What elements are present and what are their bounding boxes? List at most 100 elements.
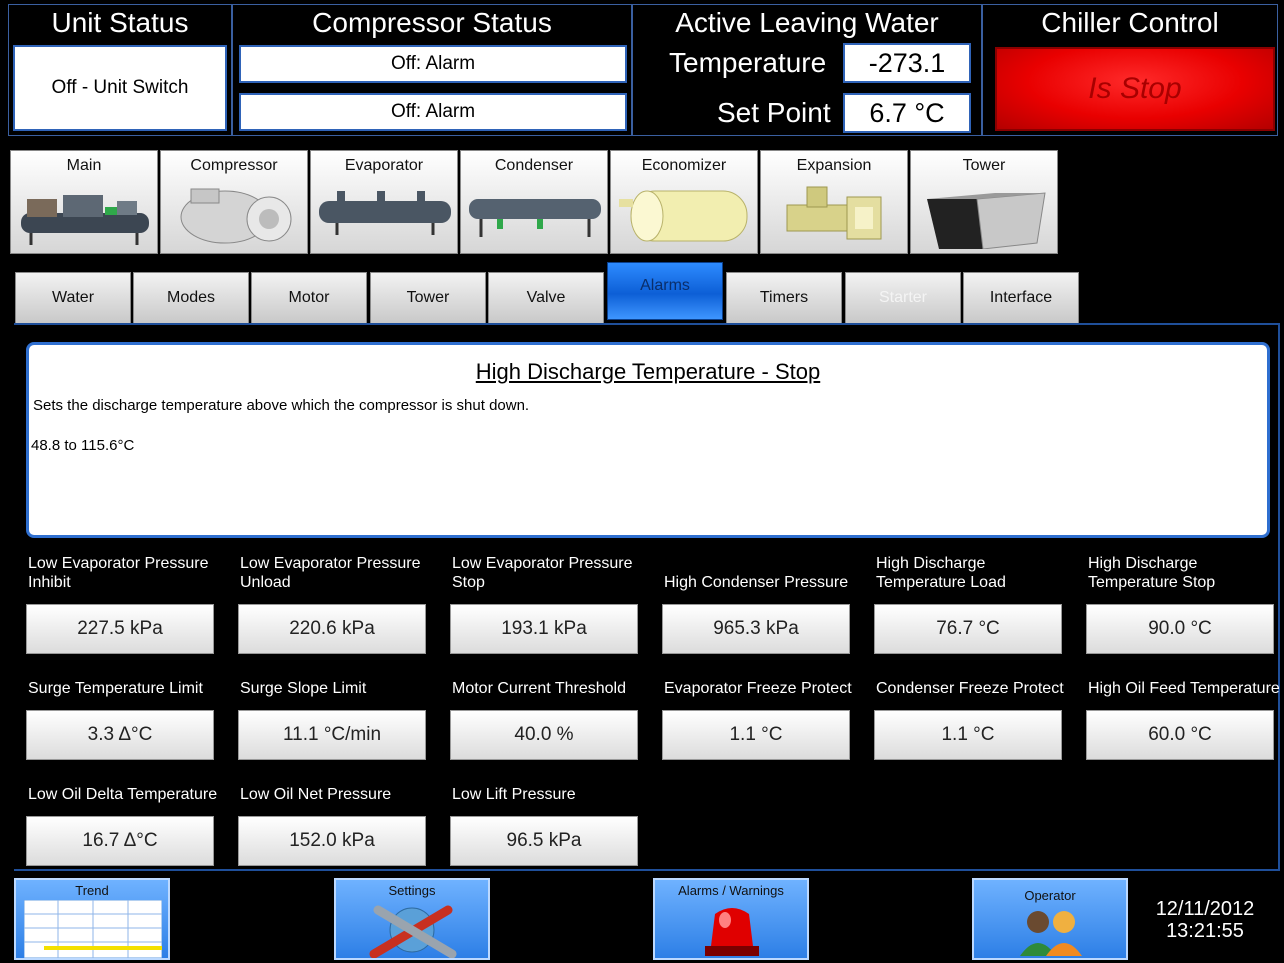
param-label: High Condenser Pressure [664, 574, 849, 591]
param-low-evap-pressure-unload: Low Evaporator Pressure Unload 220.6 kPa [238, 550, 438, 654]
tile-condenser[interactable]: Condenser [460, 150, 608, 254]
cooling-tower-icon [927, 192, 1046, 249]
alarms-warnings-button[interactable]: Alarms / Warnings [653, 878, 809, 960]
status-header: Unit Status Off - Unit Switch Compressor… [8, 4, 1278, 136]
system-date: 12/11/2012 [1155, 898, 1255, 920]
evaporator-icon [319, 191, 451, 235]
param-low-oil-net-pressure: Low Oil Net Pressure 152.0 kPa [238, 762, 438, 866]
param-label: Low Oil Net Pressure [240, 786, 392, 803]
param-low-lift-pressure: Low Lift Pressure 96.5 kPa [450, 762, 650, 866]
param-value-box[interactable]: 220.6 kPa [238, 604, 426, 654]
tile-main[interactable]: Main [10, 150, 158, 254]
param-high-discharge-temp-stop: High Discharge Temperature Stop 90.0 °C [1086, 550, 1284, 654]
settings-button[interactable]: Settings [334, 878, 490, 960]
tab-motor[interactable]: Motor [251, 272, 367, 324]
unit-status-panel: Unit Status Off - Unit Switch [8, 4, 232, 136]
setpoint-help-panel: High Discharge Temperature - Stop Sets t… [26, 342, 1270, 538]
param-label: High Discharge Temperature Stop [1088, 555, 1216, 591]
tab-tower[interactable]: Tower [370, 272, 486, 324]
param-value-box[interactable]: 16.7 Δ°C [26, 816, 214, 866]
unit-status-title: Unit Status [51, 7, 189, 38]
param-low-evap-pressure-stop: Low Evaporator Pressure Stop 193.1 kPa [450, 550, 650, 654]
tab-modes[interactable]: Modes [133, 272, 249, 324]
param-label: Low Evaporator Pressure Unload [240, 555, 421, 591]
param-label: High Oil Feed Temperature [1088, 680, 1280, 697]
param-label: Low Lift Pressure [452, 786, 576, 803]
param-low-oil-delta-temperature: Low Oil Delta Temperature 16.7 Δ°C [26, 762, 226, 866]
param-high-discharge-temp-load: High Discharge Temperature Load 76.7 °C [874, 550, 1074, 654]
tab-alarms[interactable]: Alarms [607, 262, 723, 320]
compressor-status-panel: Compressor Status Off: Alarm Off: Alarm [232, 4, 632, 136]
param-label: Low Oil Delta Temperature [28, 786, 218, 803]
tile-compressor[interactable]: Compressor [160, 150, 308, 254]
system-datetime: 12/11/2012 13:21:55 [1140, 898, 1270, 942]
alarms-warnings-button-label: Alarms / Warnings [678, 883, 784, 898]
param-condenser-freeze-protect: Condenser Freeze Protect 1.1 °C [874, 656, 1074, 760]
param-value-box[interactable]: 193.1 kPa [450, 604, 638, 654]
param-value-box[interactable]: 152.0 kPa [238, 816, 426, 866]
help-range: 48.8 to 115.6°C [31, 437, 135, 454]
tab-starter: Starter [845, 272, 961, 324]
condenser-icon [469, 199, 601, 237]
param-high-oil-feed-temperature: High Oil Feed Temperature 60.0 °C [1086, 656, 1284, 760]
param-value-box[interactable]: 1.1 °C [874, 710, 1062, 760]
param-value-box[interactable]: 965.3 kPa [662, 604, 850, 654]
tile-tower[interactable]: Tower [910, 150, 1058, 254]
param-surge-slope-limit: Surge Slope Limit 11.1 °C/min [238, 656, 438, 760]
param-label: Motor Current Threshold [452, 680, 626, 697]
chiller-control-panel: Chiller Control Is Stop [982, 4, 1278, 136]
operator-button[interactable]: Operator [972, 878, 1128, 960]
param-motor-current-threshold: Motor Current Threshold 40.0 % [450, 656, 650, 760]
leaving-water-temp-value: -273.1 [843, 43, 971, 83]
tile-condenser-label: Condenser [494, 157, 574, 174]
param-label: Evaporator Freeze Protect [664, 680, 852, 697]
trend-button-label: Trend [75, 883, 109, 898]
compressor-status-title: Compressor Status [312, 7, 552, 38]
param-label: Condenser Freeze Protect [876, 680, 1064, 697]
tile-expansion-label: Expansion [796, 157, 872, 174]
param-label: Surge Slope Limit [240, 680, 367, 697]
param-value-box[interactable]: 3.3 Δ°C [26, 710, 214, 760]
param-label: High Discharge Temperature Load [876, 555, 1006, 591]
tab-water[interactable]: Water [15, 272, 131, 324]
unit-status-value: Off - Unit Switch [13, 45, 227, 131]
tile-tower-label: Tower [962, 157, 1006, 174]
chiller-assembly-icon [21, 195, 149, 245]
param-surge-temperature-limit: Surge Temperature Limit 3.3 Δ°C [26, 656, 226, 760]
param-label: Low Evaporator Pressure Stop [452, 555, 633, 591]
param-value-box[interactable]: 1.1 °C [662, 710, 850, 760]
tab-timers[interactable]: Timers [726, 272, 842, 324]
param-label: Surge Temperature Limit [28, 680, 203, 697]
compressor-icon [180, 188, 292, 244]
param-value-box[interactable]: 76.7 °C [874, 604, 1062, 654]
param-value-box[interactable]: 96.5 kPa [450, 816, 638, 866]
tile-expansion[interactable]: Expansion [760, 150, 908, 254]
tile-compressor-label: Compressor [190, 157, 278, 174]
tile-evaporator[interactable]: Evaporator [310, 150, 458, 254]
param-value-box[interactable]: 40.0 % [450, 710, 638, 760]
tile-economizer[interactable]: Economizer [610, 150, 758, 254]
tile-evaporator-label: Evaporator [344, 157, 424, 174]
settings-tools-icon [369, 905, 457, 958]
param-evaporator-freeze-protect: Evaporator Freeze Protect 1.1 °C [662, 656, 862, 760]
chiller-stop-button[interactable]: Is Stop [995, 47, 1275, 131]
trend-chart-icon [24, 900, 162, 958]
set-point-value[interactable]: 6.7 °C [843, 93, 971, 133]
tab-valve[interactable]: Valve [488, 272, 604, 324]
param-value-box[interactable]: 227.5 kPa [26, 604, 214, 654]
compressor-status-value-2: Off: Alarm [239, 93, 627, 131]
tile-main-label: Main [66, 157, 102, 174]
settings-button-label: Settings [388, 883, 436, 898]
operator-users-icon [1020, 911, 1082, 956]
economizer-icon [619, 190, 748, 242]
trend-button[interactable]: Trend [14, 878, 170, 960]
tab-interface[interactable]: Interface [963, 272, 1079, 324]
param-label: Low Evaporator Pressure Inhibit [28, 555, 209, 591]
param-value-box[interactable]: 60.0 °C [1086, 710, 1274, 760]
leaving-water-title: Active Leaving Water [675, 7, 939, 38]
param-high-condenser-pressure: High Condenser Pressure 965.3 kPa [662, 550, 862, 654]
help-description: Sets the discharge temperature above whi… [33, 397, 530, 414]
param-value-box[interactable]: 11.1 °C/min [238, 710, 426, 760]
param-value-box[interactable]: 90.0 °C [1086, 604, 1274, 654]
param-low-evap-pressure-inhibit: Low Evaporator Pressure Inhibit 227.5 kP… [26, 550, 226, 654]
